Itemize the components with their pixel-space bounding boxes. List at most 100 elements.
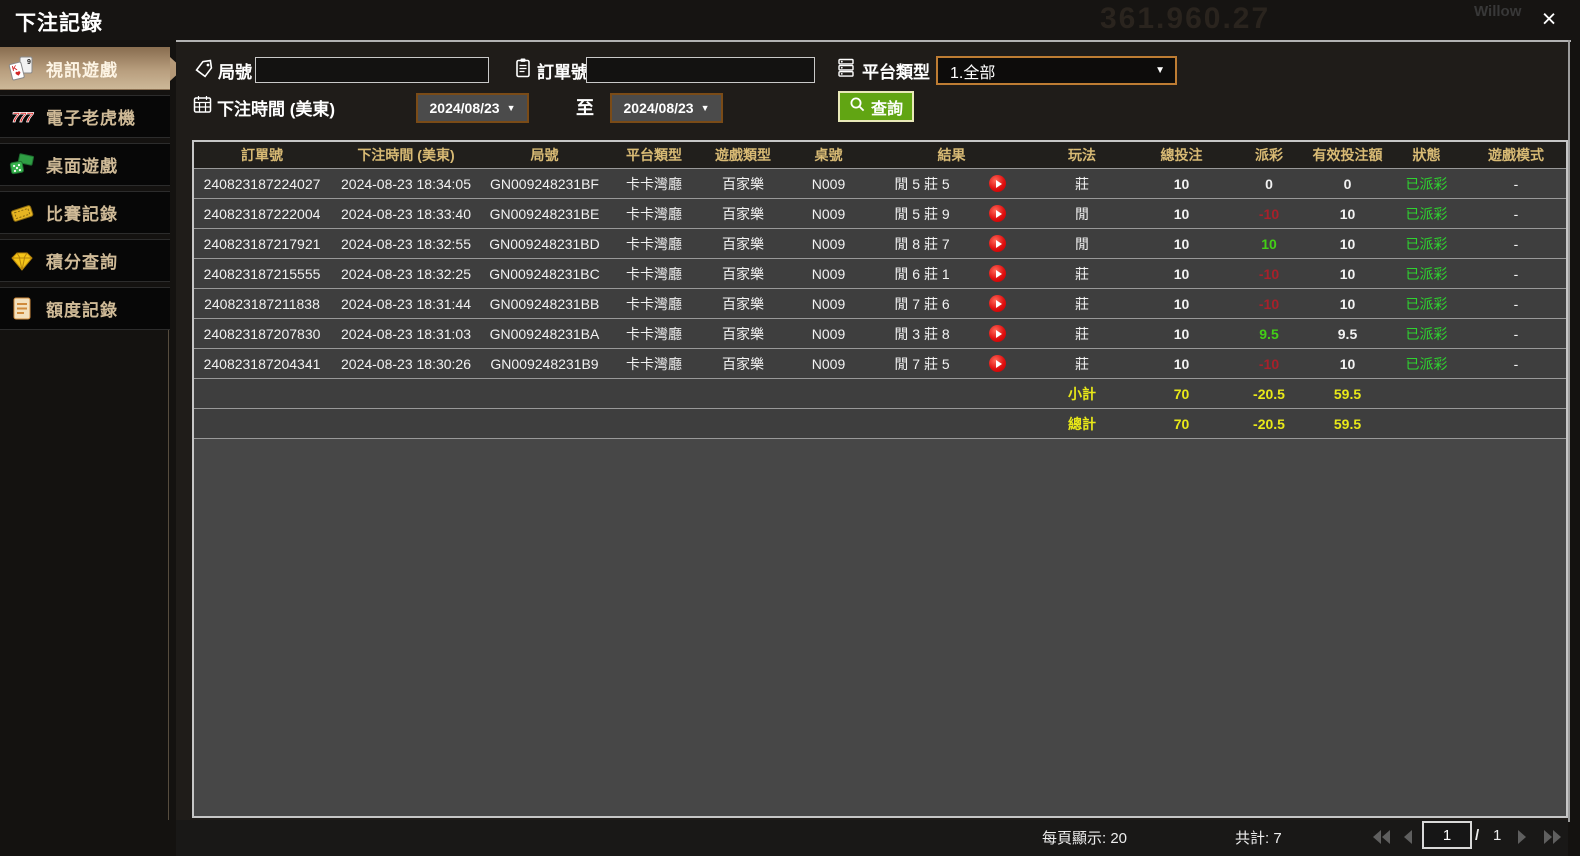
total-bet-cell: 10 — [1173, 355, 1190, 372]
game-type-cell: 百家樂 — [722, 205, 764, 222]
game-type-cell: 百家樂 — [722, 265, 764, 282]
sidebar-item-live-games[interactable]: 9 K 視訊遊戲 — [0, 47, 183, 90]
next-page-icon[interactable] — [1516, 830, 1536, 844]
table-header-row: 訂單號 下注時間 (美東) 局號 平台類型 遊戲類型 桌號 結果 玩法 總投注 … — [194, 142, 1566, 168]
dice-icon — [8, 152, 36, 178]
bet-time-cell: 2024-08-23 18:30:26 — [341, 355, 471, 372]
document-icon — [8, 296, 36, 322]
play-cell: 閒 — [1075, 235, 1089, 252]
status-cell: 已派彩 — [1405, 175, 1448, 192]
valid-bet-cell: 10 — [1339, 295, 1356, 312]
svg-text:777: 777 — [12, 109, 35, 125]
col-header: 結果 — [937, 147, 966, 163]
sidebar-item-credit-records[interactable]: 額度記錄 — [0, 287, 170, 330]
table-no-cell: N009 — [811, 325, 846, 342]
total-count-label: 共計: 7 — [1235, 830, 1282, 847]
date-to-select[interactable]: 2024/08/23 ▼ — [610, 93, 723, 123]
total-count-value: 7 — [1273, 830, 1282, 847]
subtotal-row: 小計 70 -20.5 59.5 — [194, 378, 1566, 408]
page-number-input[interactable] — [1422, 821, 1472, 849]
game-mode-cell: - — [1513, 265, 1519, 282]
result-cell: 閒 5 莊 9 — [872, 204, 1031, 224]
chevron-down-icon: ▼ — [506, 103, 516, 113]
subtotal-label: 小計 — [1068, 385, 1096, 402]
status-cell: 已派彩 — [1405, 295, 1448, 312]
col-header: 下注時間 (美東) — [357, 147, 455, 163]
previous-page-icon[interactable] — [1402, 830, 1422, 844]
order-cell: 240823187224027 — [203, 175, 321, 192]
play-cell: 莊 — [1075, 265, 1089, 282]
replay-icon[interactable] — [989, 295, 1006, 312]
sidebar-item-slots[interactable]: 777 電子老虎機 — [0, 95, 170, 138]
result-cell: 閒 7 莊 6 — [872, 294, 1031, 314]
panel-right-edge — [1568, 40, 1570, 822]
sidebar-item-label: 桌面遊戲 — [46, 157, 118, 176]
status-cell: 已派彩 — [1405, 235, 1448, 252]
search-button[interactable]: 查詢 — [838, 91, 915, 122]
result-cell: 閒 7 莊 5 — [872, 354, 1031, 374]
bet-time-cell: 2024-08-23 18:33:40 — [341, 205, 471, 222]
col-header: 有效投注額 — [1312, 147, 1383, 163]
game-mode-cell: - — [1513, 205, 1519, 222]
total-bet-cell: 10 — [1173, 235, 1190, 252]
bet-time-cell: 2024-08-23 18:31:03 — [341, 325, 471, 342]
replay-icon[interactable] — [989, 205, 1006, 222]
total-bet-cell: 10 — [1173, 295, 1190, 312]
tag-icon — [194, 59, 214, 84]
col-header: 狀態 — [1412, 147, 1441, 163]
valid-bet-cell: 10 — [1339, 355, 1356, 372]
date-from-select[interactable]: 2024/08/23 ▼ — [416, 93, 529, 123]
sidebar-item-match-records[interactable]: 比賽記錄 — [0, 191, 170, 234]
order-cell: 240823187222004 — [203, 205, 321, 222]
clipboard-icon — [513, 57, 533, 84]
order-cell: 240823187207830 — [203, 325, 321, 342]
valid-bet-cell: 10 — [1339, 265, 1356, 282]
order-number-input[interactable] — [586, 57, 815, 83]
game-type-cell: 百家樂 — [722, 325, 764, 342]
background-username-text: Willow — [1474, 3, 1522, 20]
payout-cell: 9.5 — [1259, 325, 1279, 342]
subtotal-valid-bet: 59.5 — [1333, 385, 1362, 402]
table-no-cell: N009 — [811, 295, 846, 312]
status-cell: 已派彩 — [1405, 355, 1448, 372]
bet-time-label: 下注時間 (美東) — [217, 100, 336, 119]
payout-cell: 10 — [1261, 235, 1277, 252]
replay-icon[interactable] — [989, 355, 1006, 372]
pagination-bar: 每頁顯示: 20 共計: 7 / 1 — [176, 820, 1568, 856]
replay-icon[interactable] — [989, 325, 1006, 342]
last-page-icon[interactable] — [1542, 830, 1562, 844]
game-mode-cell: - — [1513, 325, 1519, 342]
platform-list-icon — [836, 57, 856, 84]
total-valid-bet: 59.5 — [1333, 415, 1362, 432]
total-payout: -20.5 — [1253, 415, 1285, 432]
status-cell: 已派彩 — [1405, 325, 1448, 342]
sidebar-item-label: 積分查詢 — [46, 253, 118, 272]
round-cell: GN009248231B9 — [490, 355, 599, 372]
platform-cell: 卡卡灣廳 — [626, 265, 682, 282]
page-title: 下注記錄 — [15, 12, 103, 35]
replay-icon[interactable] — [989, 235, 1006, 252]
sidebar-item-table-games[interactable]: 桌面遊戲 — [0, 143, 170, 186]
result-score: 閒 5 莊 5 — [894, 175, 950, 192]
table-body: 240823187224027 2024-08-23 18:34:05 GN0092… — [194, 168, 1566, 378]
close-icon[interactable]: × — [1534, 4, 1564, 34]
round-cell: GN009248231BB — [489, 295, 600, 312]
platform-type-select[interactable]: 1.全部 ▼ — [936, 56, 1177, 85]
table-row: 240823187217921 2024-08-23 18:32:55 GN0092… — [194, 228, 1566, 258]
round-number-input[interactable] — [255, 57, 489, 83]
background-balance-text: 361.960.27 — [1100, 2, 1271, 35]
title-bar: 361.960.27 Willow 下注記錄 × — [0, 0, 1580, 40]
sidebar-item-points-query[interactable]: 積分查詢 — [0, 239, 170, 282]
table-no-cell: N009 — [811, 265, 846, 282]
ticket-icon — [8, 200, 36, 226]
payout-cell: -10 — [1258, 265, 1280, 282]
total-bet-cell: 10 — [1173, 205, 1190, 222]
first-page-icon[interactable] — [1372, 830, 1392, 844]
slots-777-icon: 777 — [8, 104, 36, 130]
replay-icon[interactable] — [989, 265, 1006, 282]
replay-icon[interactable] — [989, 175, 1006, 192]
table-no-cell: N009 — [811, 205, 846, 222]
table-no-cell: N009 — [811, 355, 846, 372]
game-type-cell: 百家樂 — [722, 295, 764, 312]
sidebar-item-label: 額度記錄 — [46, 301, 118, 320]
